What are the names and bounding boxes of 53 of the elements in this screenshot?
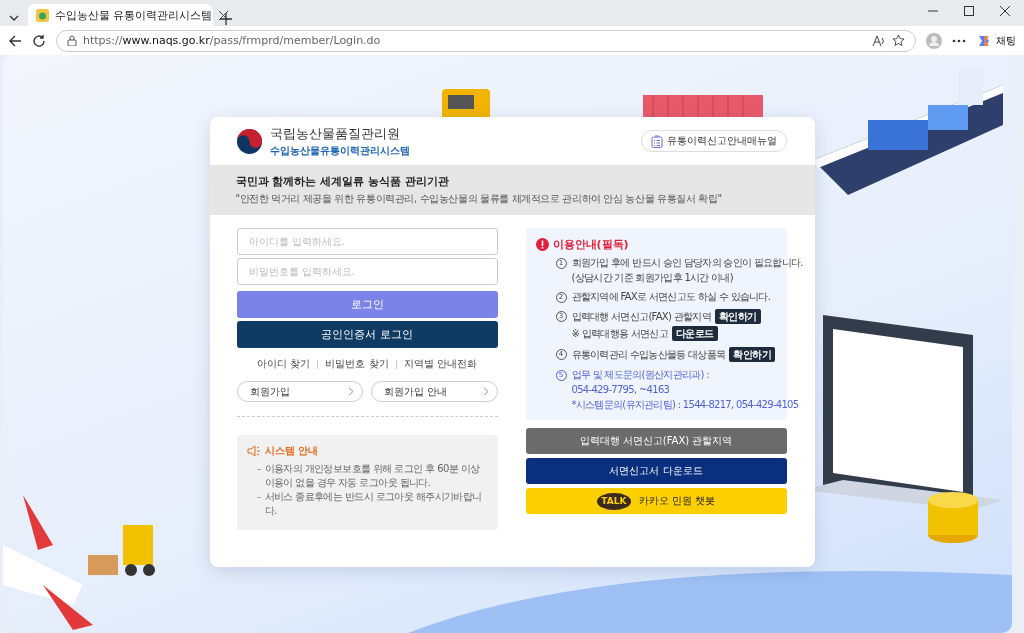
guide-text: 유통이력관리 수입농산물등 대상품목 (571, 348, 726, 361)
contact-text: 업무 및 제도문의(원산지관리과) : (571, 368, 709, 381)
checklist-icon (650, 134, 663, 148)
system-notice-title: 시스템 안내 (264, 444, 318, 458)
chevron-right-icon (482, 387, 489, 396)
url-text: https://www.naqs.go.kr/pass/frmprd/member/Login.do (83, 34, 381, 47)
address-bar[interactable]: https://www.naqs.go.kr/pass/frmprd/member/Login.do (56, 29, 916, 52)
account-help-link[interactable]: 비밀번호 찾기 (325, 357, 389, 371)
contact-text: 054-429-7795, ~4163 (571, 383, 670, 396)
back-icon[interactable] (8, 33, 22, 48)
maximize-icon[interactable] (964, 6, 974, 16)
chevron-right-icon (348, 387, 354, 396)
organization-name: 국립농산물품질관리원 (269, 124, 401, 143)
emblem-logo-icon (235, 127, 263, 155)
reload-icon[interactable] (32, 33, 46, 48)
usage-guide-title: 이용안내(필독) (552, 237, 629, 252)
manual-button[interactable]: 유통이력신고안내매뉴얼 (640, 130, 787, 152)
id-input-field[interactable]: 아이디를 입력하세요. (236, 228, 498, 255)
fax-region-button[interactable]: 입력대행 서면신고(FAX) 관할지역 (525, 428, 787, 454)
guide-text: 회원가입 후에 반드시 승인 담당자의 승인이 필요합니다. (571, 256, 803, 269)
close-icon[interactable] (1000, 6, 1010, 16)
chat-button[interactable]: 채팅 (976, 32, 1016, 49)
alert-icon (535, 238, 549, 251)
password-input-field[interactable]: 비밀번호를 입력하세요. (236, 258, 498, 285)
system-notice-text: 이용자의 개인정보보호를 위해 로그인 후 60분 이상 이용이 없을 경우 자동 로그아웃 됩니다. (264, 462, 481, 490)
read-aloud-icon[interactable] (872, 34, 886, 47)
guide-text: (상담시간 기준 회원가입후 1시간 이내) (571, 271, 733, 284)
talk-bubble-icon: TALK (596, 492, 631, 510)
guide-action-button[interactable]: 다운로드 (671, 326, 718, 341)
system-name: 수입농산물유통이력관리시스템 (269, 143, 410, 158)
guide-text: ※ 입력대행용 서면신고 (571, 327, 668, 340)
close-tab-icon[interactable] (218, 10, 228, 20)
system-notice-text: 서비스 종료후에는 반드시 로그아웃 해주시기바랍니다. (264, 490, 483, 518)
guide-text: 관할지역에 FAX로 서면신고도 하실 수 있습니다. (571, 290, 771, 303)
guide-action-button[interactable]: 확인하기 (714, 309, 761, 324)
lock-icon[interactable] (67, 35, 77, 46)
certificate-login-button[interactable]: 공인인증서 로그인 (236, 321, 498, 348)
signup-button[interactable]: 회원가입 (236, 381, 363, 402)
kakao-chatbot-button[interactable]: TALK 카카오 민원 챗봇 (525, 488, 787, 514)
guide-text: 입력대행 서면신고(FAX) 관할지역 (571, 310, 711, 323)
form-download-button[interactable]: 서면신고서 다운로드 (525, 458, 787, 484)
guide-action-button[interactable]: 확인하기 (729, 347, 776, 362)
contact-text: *시스템문의(유지관리팀) : 1544-8217, 054-429-4105 (571, 398, 799, 411)
slogan-text: "안전한 먹거리 제공을 위한 유통이력관리, 수입농산물의 물류를 체계적으로 관리하여 안심 농산물 유통질서 확립" (235, 192, 723, 206)
slogan-title: 국민과 함께하는 세계일류 농식품 관리기관 (235, 174, 450, 189)
speaker-icon (246, 445, 261, 457)
account-help-link[interactable]: 지역별 안내전화 (403, 357, 477, 371)
new-tab-icon[interactable] (219, 12, 233, 26)
star-icon[interactable] (892, 34, 905, 47)
site-favicon-icon (36, 8, 49, 22)
signup-button[interactable]: 회원가입 안내 (371, 381, 498, 402)
account-help-link[interactable]: 아이디 찾기 (257, 357, 311, 371)
more-icon[interactable] (952, 38, 966, 43)
